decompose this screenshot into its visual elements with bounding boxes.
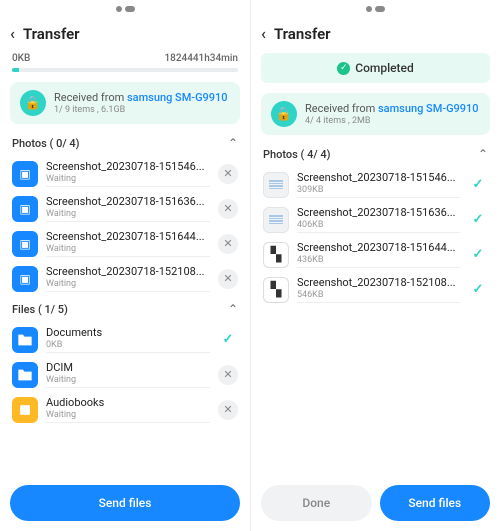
received-device: samsung SM-G9910 [127,91,228,104]
status-bar [0,0,250,18]
qr-thumbnail-icon: ▚ [263,277,289,303]
progress-fill [12,68,19,72]
list-item: ▚ Screenshot_20230718-152108... 546KB ✓ [251,272,500,307]
photo-icon: ▣ [12,161,38,187]
phone-left: ‹ Transfer 0KB 1824441h34min 🔒 Received … [0,0,250,531]
done-check-icon: ✓ [468,280,488,300]
done-check-icon: ✓ [218,330,238,350]
photos-header-label: Photos ( 0/ 4) [12,137,79,150]
header: ‹ Transfer [251,18,500,49]
check-circle-icon: ✓ [337,62,350,75]
progress-remaining: 1824441h34min [164,53,238,64]
list-item: Screenshot_20230718-151636... 406KB ✓ [251,202,500,237]
cancel-icon[interactable]: ✕ [218,199,238,219]
chevron-up-icon: ⌃ [478,147,488,161]
item-name: DCIM [46,361,210,374]
photo-icon: ▣ [12,266,38,292]
done-check-icon: ✓ [468,175,488,195]
item-size: 546KB [297,290,460,300]
item-name: Screenshot_20230718-151636... [297,206,460,219]
item-name: Screenshot_20230718-151644... [297,241,460,254]
photos-section-header[interactable]: Photos ( 0/ 4) ⌃ [0,130,250,156]
item-status: Waiting [46,209,210,219]
done-button[interactable]: Done [261,485,372,521]
progress-transferred: 0KB [12,53,30,64]
status-bar [251,0,500,18]
completed-banner: ✓ Completed [261,53,490,83]
item-status: Waiting [46,174,210,184]
list-item: ▣ Screenshot_20230718-151636... Waiting … [0,191,250,226]
progress-row: 0KB 1824441h34min [0,49,250,66]
list-item: ▚ Screenshot_20230718-151644... 436KB ✓ [251,237,500,272]
received-meta: 1/ 9 items , 6.1GB [54,105,228,115]
cancel-icon[interactable]: ✕ [218,365,238,385]
thumbnail-icon [263,172,289,198]
item-size: 436KB [297,255,460,265]
list-item: Screenshot_20230718-151546... 309KB ✓ [251,167,500,202]
list-item: Documents 0KB ✓ [0,322,250,357]
device-icon: 🔒 [271,101,297,127]
phone-right: ‹ Transfer ✓ Completed 🔒 Received from s… [250,0,500,531]
back-icon[interactable]: ‹ [261,24,266,43]
qr-thumbnail-icon: ▚ [263,242,289,268]
item-size: 309KB [297,185,460,195]
bottom-bar: Done Send files [251,477,500,531]
list-item: ▣ Screenshot_20230718-151644... Waiting … [0,226,250,261]
photos-header-label: Photos ( 4/ 4) [263,148,330,161]
item-name: Screenshot_20230718-152108... [46,265,210,278]
device-icon: 🔒 [20,90,46,116]
back-icon[interactable]: ‹ [10,24,15,43]
photos-section-header[interactable]: Photos ( 4/ 4) ⌃ [251,141,500,167]
received-meta: 4/ 4 items , 2MB [305,116,479,126]
page-title: Transfer [274,25,331,43]
item-sub: Waiting [46,375,210,385]
list-item: Audiobooks Waiting ✕ [0,392,250,427]
cancel-icon[interactable]: ✕ [218,164,238,184]
done-check-icon: ✓ [468,245,488,265]
audiobook-icon [12,397,38,423]
item-name: Screenshot_20230718-152108... [297,276,460,289]
item-name: Screenshot_20230718-151644... [46,230,210,243]
item-size: 406KB [297,220,460,230]
received-label: Received from [54,91,127,104]
page-title: Transfer [23,25,80,43]
bottom-bar: Send files [0,477,250,531]
item-name: Documents [46,326,210,339]
chevron-up-icon: ⌃ [228,302,238,316]
done-check-icon: ✓ [468,210,488,230]
cancel-icon[interactable]: ✕ [218,269,238,289]
item-name: Screenshot_20230718-151546... [46,160,210,173]
received-card: 🔒 Received from samsung SM-G9910 4/ 4 it… [261,93,490,135]
progress-bar [12,68,238,72]
photo-icon: ▣ [12,196,38,222]
received-device: samsung SM-G9910 [378,102,479,115]
item-name: Screenshot_20230718-151546... [297,171,460,184]
item-status: Waiting [46,279,210,289]
item-status: Waiting [46,244,210,254]
folder-icon [12,362,38,388]
item-name: Screenshot_20230718-151636... [46,195,210,208]
photo-icon: ▣ [12,231,38,257]
received-label: Received from [305,102,378,115]
list-item: ▣ Screenshot_20230718-152108... Waiting … [0,261,250,296]
folder-icon [12,327,38,353]
list-item: ▣ Screenshot_20230718-151546... Waiting … [0,156,250,191]
completed-label: Completed [355,61,414,75]
send-files-button[interactable]: Send files [10,485,240,521]
list-item: DCIM Waiting ✕ [0,357,250,392]
thumbnail-icon [263,207,289,233]
item-sub: Waiting [46,410,210,420]
chevron-up-icon: ⌃ [228,136,238,150]
item-name: Audiobooks [46,396,210,409]
cancel-icon[interactable]: ✕ [218,400,238,420]
header: ‹ Transfer [0,18,250,49]
files-header-label: Files ( 1/ 5) [12,303,68,316]
send-files-button[interactable]: Send files [380,485,491,521]
cancel-icon[interactable]: ✕ [218,234,238,254]
received-card: 🔒 Received from samsung SM-G9910 1/ 9 it… [10,82,240,124]
item-sub: 0KB [46,340,210,350]
files-section-header[interactable]: Files ( 1/ 5) ⌃ [0,296,250,322]
